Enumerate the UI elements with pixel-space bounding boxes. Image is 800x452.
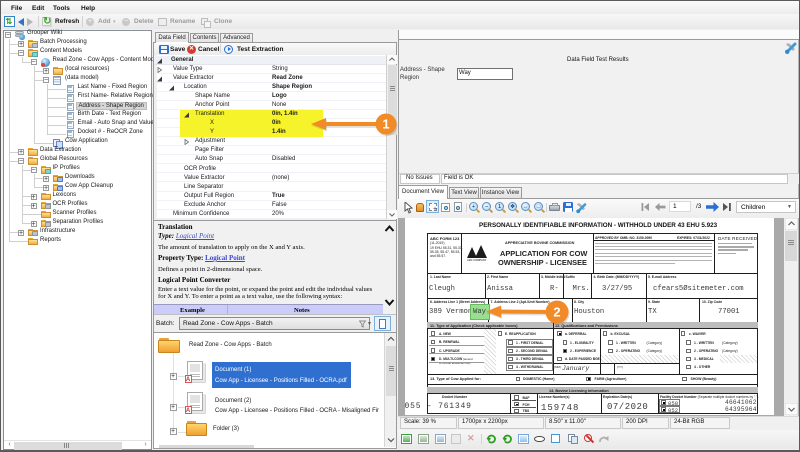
svg-text:2: 2	[553, 305, 560, 320]
